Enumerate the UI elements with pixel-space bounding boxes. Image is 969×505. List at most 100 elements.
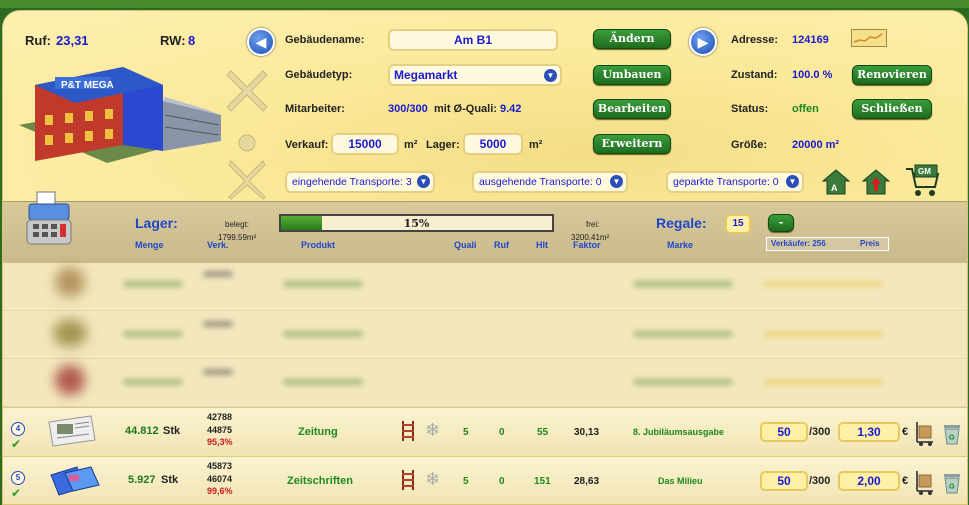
decor-cross-icon-2 (228, 134, 266, 200)
col-preis: Preis (860, 239, 880, 248)
blurred-row-2 (3, 311, 967, 359)
shelf-icon[interactable] (400, 469, 416, 491)
house-upgrade-icon[interactable] (861, 167, 891, 197)
check-icon: ✔ (11, 437, 22, 451)
employees-label: Mitarbeiter: (285, 103, 345, 115)
erweitern-button[interactable]: Erweitern (593, 134, 671, 154)
transport-parked-label: geparkte Transporte: 0 (673, 176, 779, 188)
renovieren-button[interactable]: Renovieren (852, 65, 932, 85)
menge-value: 5.927 (128, 474, 156, 486)
verk-value-2: 44875 (207, 425, 233, 435)
preis-input[interactable]: 2,00 (838, 471, 900, 491)
dropdown-icon: ▼ (610, 175, 623, 188)
state-value: 100.0 % (792, 69, 833, 81)
storage-progress: 15% (279, 214, 554, 232)
menge-value: 44.812 (125, 425, 159, 437)
building-icon: P&T MEGA (19, 67, 221, 163)
hlt-value: 55 (537, 427, 549, 438)
building-panel: Ruf: 23,31 RW: 8 P&T MEGA ◀ Gebäudename:… (2, 10, 968, 505)
svg-text:P&T MEGA: P&T MEGA (61, 80, 114, 91)
decor-cross-icon (226, 70, 268, 112)
col-verk: Verk. (207, 240, 229, 250)
building-header: Ruf: 23,31 RW: 8 P&T MEGA ◀ Gebäudename:… (3, 11, 967, 201)
frei-label: frei: (586, 220, 600, 229)
table-row: 5 ✔ 5.927 Stk 45873 46074 99,6% Zeitschr… (3, 456, 967, 504)
transport-out-select[interactable]: ausgehende Transporte: 0 ▼ (472, 171, 628, 193)
faktor-value: 28,63 (574, 476, 600, 487)
chart-button[interactable] (851, 29, 887, 47)
bearbeiten-button[interactable]: Bearbeiten (593, 99, 671, 119)
cart-gm-icon[interactable]: GM (903, 163, 941, 199)
regale-input[interactable]: 15 (725, 214, 751, 234)
faktor-value: 30,13 (574, 427, 600, 438)
verkaeufer-input[interactable]: 50 (760, 422, 808, 442)
schliessen-button[interactable]: Schließen (852, 99, 932, 119)
quali-value: 9.42 (500, 103, 522, 115)
quali-value: 5 (463, 476, 469, 487)
menge-unit: Stk (161, 474, 179, 486)
dropdown-icon: ▼ (417, 175, 430, 188)
svg-text:♻: ♻ (948, 482, 955, 491)
lager-input[interactable]: 5000 (463, 133, 523, 155)
size-label: Größe: (731, 139, 768, 151)
verkauf-label: Verkauf: (285, 139, 329, 151)
verkaeufer-max: /300 (809, 475, 831, 487)
preis-input[interactable]: 1,30 (838, 422, 900, 442)
blurred-row-1 (3, 263, 967, 311)
umbauen-button[interactable]: Umbauen (593, 65, 671, 85)
trash-icon[interactable]: ♻ (941, 420, 963, 446)
verkauf-unit: m² (404, 139, 418, 151)
storage-bar: Lager: belegt: 1799.59m² 15% frei: 3200.… (3, 191, 967, 263)
verkaeufer-preis-header: Verkäufer: 256 Preis (766, 237, 889, 251)
produkt-name: Zeitung (298, 426, 338, 438)
svg-text:A: A (831, 183, 838, 193)
building-type-select[interactable]: Megamarkt ▼ (388, 64, 562, 86)
nav-right-icon: ▶ (697, 34, 709, 50)
transport-in-select[interactable]: eingehende Transporte: 3 ▼ (285, 171, 435, 193)
blurred-row-3 (3, 359, 967, 407)
currency-symbol: € (902, 475, 909, 487)
building-name-input[interactable]: Am B1 (388, 29, 558, 51)
status-label: Status: (731, 103, 769, 115)
rw-value: 8 (188, 33, 196, 48)
verkauf-input[interactable]: 15000 (331, 133, 399, 155)
transport-parked-select[interactable]: geparkte Transporte: 0 ▼ (666, 171, 804, 193)
snowflake-icon: ❄ (425, 469, 441, 489)
nav-left-button[interactable]: ◀ (247, 28, 275, 56)
snowflake-icon: ❄ (425, 420, 441, 440)
ruf-value: 0 (499, 427, 505, 438)
trolley-icon[interactable] (913, 420, 935, 446)
verkaeufer-max: /300 (809, 426, 831, 438)
verk-value-2: 46074 (207, 474, 233, 484)
regale-minus-button[interactable]: - (768, 214, 794, 232)
belegt-label: belegt: (225, 220, 250, 229)
col-produkt: Produkt (301, 240, 336, 250)
verk-value-1: 42788 (207, 412, 233, 422)
ruf-value: 23,31 (56, 33, 89, 48)
cash-register-icon (26, 191, 72, 245)
trash-icon[interactable]: ♻ (941, 469, 963, 495)
house-ai-icon[interactable]: A (821, 167, 851, 197)
verk-value-1: 45873 (207, 461, 233, 471)
table-row: 4 ✔ 44.812 Stk 42788 44875 95,3% Zeitung… (3, 407, 967, 455)
trolley-icon[interactable] (913, 469, 935, 495)
aendern-button[interactable]: Ändern (593, 29, 671, 49)
verkaeufer-input[interactable]: 50 (760, 471, 808, 491)
check-icon: ✔ (11, 486, 22, 500)
svg-text:♻: ♻ (948, 433, 955, 442)
row-badge[interactable]: 4 (11, 422, 25, 436)
ruf-value: 0 (499, 476, 505, 487)
shelf-icon[interactable] (400, 420, 416, 442)
lager-title: Lager: (135, 215, 178, 231)
transport-in-label: eingehende Transporte: 3 (292, 176, 412, 188)
nav-right-button[interactable]: ▶ (689, 28, 717, 56)
hlt-value: 151 (534, 476, 551, 487)
row-badge[interactable]: 5 (11, 471, 25, 485)
col-marke: Marke (667, 240, 694, 250)
verk-percent: 99,6% (207, 486, 233, 496)
address-label: Adresse: (731, 34, 779, 46)
building-type-label: Gebäudetyp: (285, 69, 353, 81)
marke-value: 8. Jubiläumsausgabe (633, 427, 725, 437)
building-type-value: Megamarkt (394, 68, 458, 82)
col-faktor: Faktor (573, 240, 601, 250)
